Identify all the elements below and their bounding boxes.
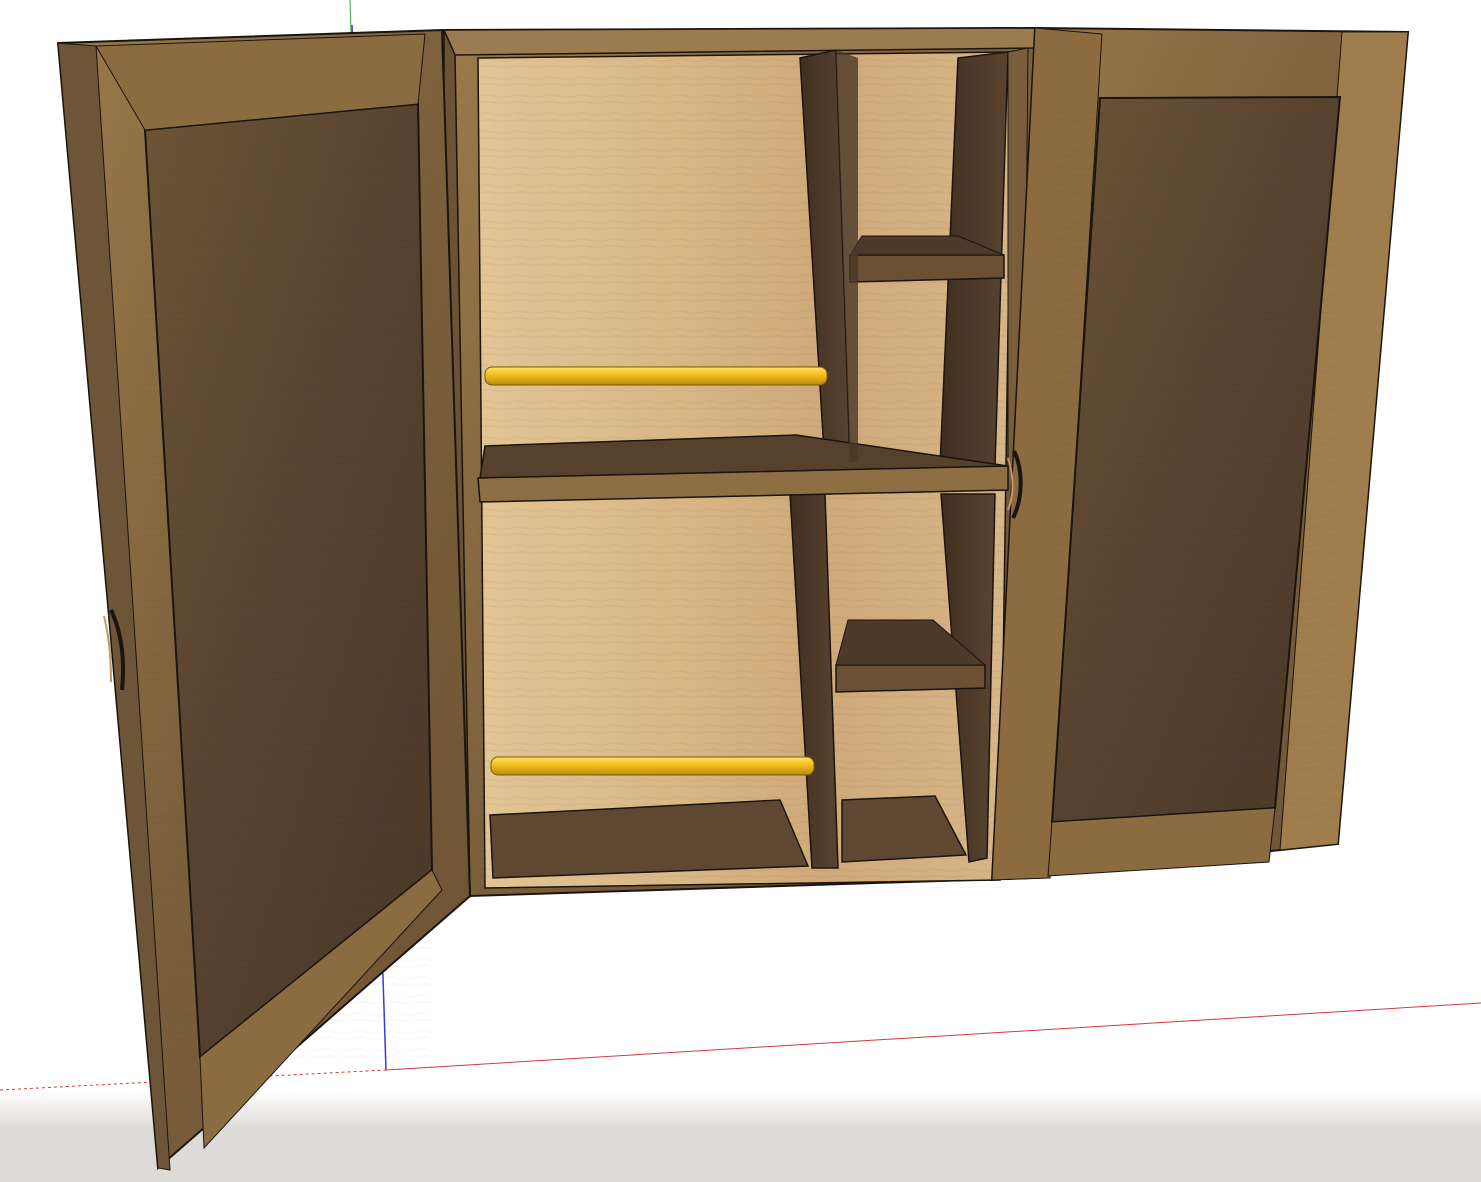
left-door-open[interactable] xyxy=(56,28,472,1171)
right-door-open[interactable] xyxy=(990,26,1410,882)
lower-small-shelf xyxy=(835,664,986,693)
red-axis-positive xyxy=(385,1002,1481,1071)
cabinet-model-canvas[interactable] xyxy=(0,0,1481,1182)
sketchup-3d-viewport[interactable] xyxy=(0,0,1481,1182)
upper-small-shelf xyxy=(849,254,1005,283)
upper-dowel-rod[interactable] xyxy=(484,366,828,386)
lower-dowel-rod[interactable] xyxy=(490,756,815,776)
